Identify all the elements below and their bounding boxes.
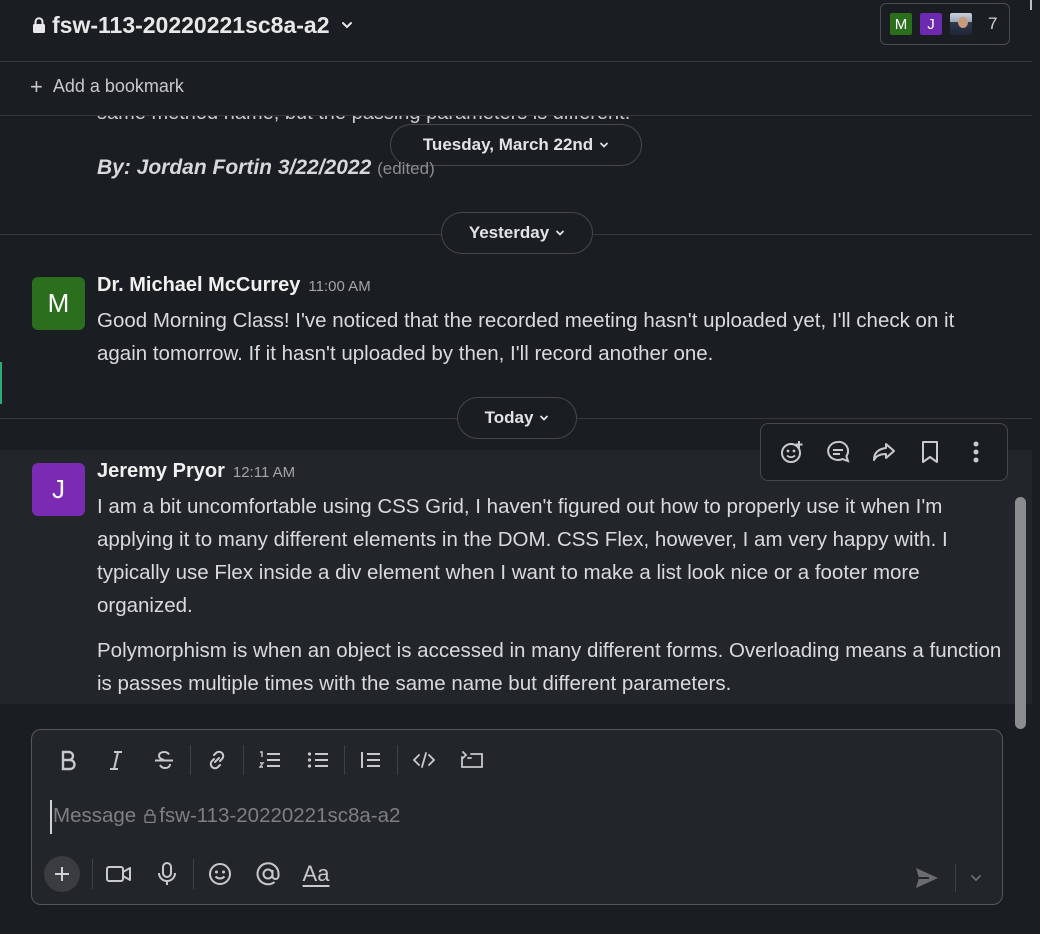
- toolbar-separator: [243, 745, 244, 775]
- send-icon: [916, 868, 938, 888]
- message-input[interactable]: [50, 800, 950, 834]
- save-icon[interactable]: [916, 438, 944, 466]
- add-bookmark-label: Add a bookmark: [52, 76, 184, 96]
- previous-message-signature: By: Jordan Fortin 3/22/2022 (edited): [97, 156, 435, 180]
- member-avatar-j: J: [918, 11, 944, 37]
- bulleted-list-button[interactable]: [294, 742, 342, 778]
- member-avatar-m: M: [888, 11, 914, 37]
- audio-clip-button[interactable]: [143, 856, 191, 892]
- add-bookmark-button[interactable]: + Add a bookmark: [30, 73, 184, 99]
- bulleted-list-icon: [307, 752, 328, 768]
- plus-icon: +: [30, 73, 43, 99]
- code-block-button[interactable]: [448, 742, 496, 778]
- member-avatar-photo: [948, 11, 974, 37]
- formatting-label: Aa: [302, 861, 330, 886]
- signature-text: By: Jordan Fortin 3/22/2022: [97, 156, 372, 179]
- message-timestamp[interactable]: 12:11 AM: [233, 464, 295, 481]
- blockquote-button[interactable]: [347, 742, 395, 778]
- day-divider-yesterday[interactable]: Yesterday: [441, 212, 593, 254]
- chevron-down-icon: [540, 415, 549, 421]
- emoji-icon: [209, 863, 231, 885]
- day-divider-today[interactable]: Today: [457, 397, 577, 439]
- avatar[interactable]: M: [32, 277, 85, 330]
- sender-name[interactable]: Jeremy Pryor: [97, 460, 225, 482]
- message-sender[interactable]: Dr. Michael McCurrey 11:00 AM: [97, 274, 371, 297]
- chevron-down-icon: [556, 230, 565, 236]
- mention-button[interactable]: [244, 856, 292, 892]
- toolbar-separator: [344, 745, 345, 775]
- strikethrough-button[interactable]: [140, 742, 188, 778]
- bookmark-bar: + Add a bookmark: [0, 62, 1032, 116]
- message-sender[interactable]: Jeremy Pryor 12:11 AM: [97, 460, 295, 483]
- link-icon: [209, 750, 225, 770]
- member-count: 7: [988, 14, 998, 33]
- unread-marker: [0, 362, 2, 404]
- avatar[interactable]: J: [32, 463, 85, 516]
- message-item[interactable]: J Jeremy Pryor 12:11 AM I am a bit uncomf…: [0, 450, 1032, 704]
- emoji-button[interactable]: [196, 856, 244, 892]
- chevron-down-icon: [341, 22, 352, 29]
- message-paragraph: I am a bit uncomfortable using CSS Grid,…: [97, 495, 948, 617]
- blockquote-icon: [361, 752, 380, 768]
- link-button[interactable]: [193, 742, 241, 778]
- edited-marker: (edited): [377, 159, 435, 178]
- code-button[interactable]: [400, 742, 448, 778]
- plus-icon: [55, 867, 69, 881]
- ordered-list-icon: [258, 751, 280, 768]
- message-paragraph: Polymorphism is when an object is access…: [97, 639, 1002, 695]
- schedule-send-button[interactable]: [966, 860, 986, 896]
- day-divider-label: Tuesday, March 22nd: [422, 135, 594, 154]
- message-list[interactable]: same method name, but the passing parame…: [0, 116, 1032, 704]
- message-composer: Message fsw-113-20220221sc8a-a2 Aa: [31, 729, 1003, 905]
- toolbar-separator: [193, 859, 194, 889]
- chevron-down-icon: [971, 875, 981, 882]
- bold-button[interactable]: [44, 742, 92, 778]
- day-divider-label: Yesterday: [468, 223, 550, 242]
- code-block-icon: [461, 751, 483, 768]
- strikethrough-icon: [155, 750, 173, 770]
- video-clip-button[interactable]: [95, 856, 143, 892]
- formatting-toolbar: [44, 742, 496, 778]
- day-divider-label: Today: [484, 408, 534, 427]
- bold-icon: [61, 750, 76, 771]
- scrollbar-thumb[interactable]: [1015, 497, 1026, 729]
- toolbar-separator: [397, 745, 398, 775]
- add-reaction-icon[interactable]: [778, 438, 806, 466]
- formatting-toggle-button[interactable]: Aa: [292, 856, 340, 892]
- toolbar-separator: [92, 859, 93, 889]
- members-button[interactable]: M J 7: [880, 3, 1010, 45]
- chevron-down-icon: [600, 142, 609, 148]
- sender-name[interactable]: Dr. Michael McCurrey: [97, 274, 300, 296]
- send-button[interactable]: [909, 860, 945, 896]
- message-actions-toolbar: [760, 423, 1008, 481]
- code-icon: [412, 752, 436, 768]
- channel-name: fsw-113-20220221sc8a-a2: [52, 11, 330, 38]
- share-icon[interactable]: [870, 438, 898, 466]
- reply-in-thread-icon[interactable]: [824, 438, 852, 466]
- at-sign-icon: [256, 862, 280, 886]
- window-edge-marker: [1026, 0, 1032, 10]
- toolbar-separator: [955, 864, 956, 892]
- lock-icon: [33, 17, 45, 33]
- italic-button[interactable]: [92, 742, 140, 778]
- more-actions-icon[interactable]: [962, 438, 990, 466]
- microphone-icon: [158, 862, 176, 885]
- message-item[interactable]: M Dr. Michael McCurrey 11:00 AM Good Morn…: [0, 264, 1032, 414]
- channel-header: fsw-113-20220221sc8a-a2 M J 7: [0, 0, 1032, 62]
- attach-button[interactable]: [44, 856, 80, 892]
- message-timestamp[interactable]: 11:00 AM: [308, 278, 370, 295]
- message-text: Good Morning Class! I've noticed that th…: [97, 309, 955, 365]
- video-camera-icon: [106, 866, 131, 882]
- toolbar-separator: [190, 745, 191, 775]
- composer-actions: Aa: [44, 856, 340, 892]
- ordered-list-button[interactable]: [246, 742, 294, 778]
- channel-title-button[interactable]: fsw-113-20220221sc8a-a2: [32, 9, 354, 41]
- italic-icon: [110, 751, 122, 770]
- send-controls: [909, 860, 986, 896]
